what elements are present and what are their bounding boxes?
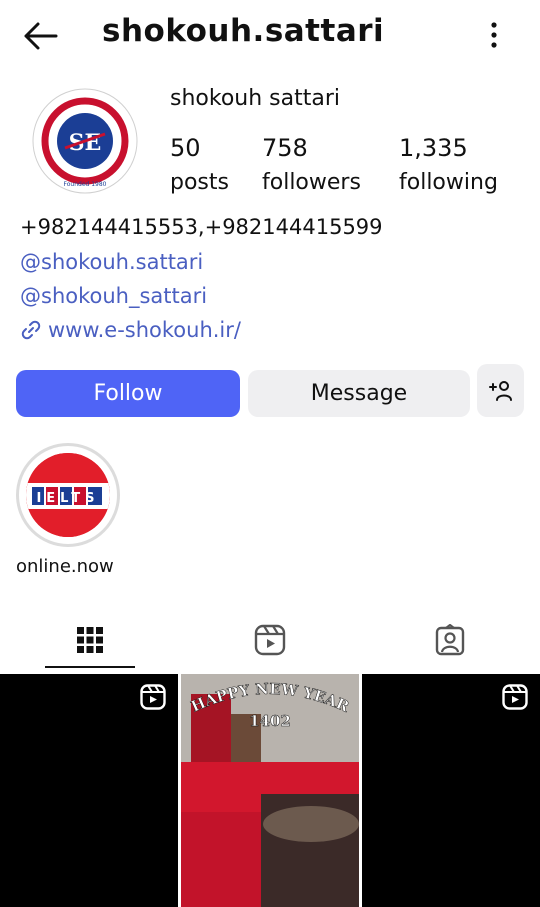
tagged-icon: [435, 624, 465, 656]
new-year-post-image: HAPPY NEW YEAR 1402: [181, 674, 359, 907]
tab-tagged[interactable]: [360, 612, 540, 668]
company-logo: SE Founded 1980: [32, 88, 138, 194]
link-icon: [21, 320, 41, 340]
bio-handle-link[interactable]: @shokouh.sattari: [20, 250, 203, 274]
svg-text:1402: 1402: [249, 712, 291, 730]
profile-avatar[interactable]: SE Founded 1980: [30, 86, 140, 196]
bio-phones: +982144415553,+982144415599: [20, 215, 383, 239]
bio-website-link[interactable]: www.e-shokouh.ir/: [20, 318, 241, 342]
svg-text:SE: SE: [69, 130, 102, 156]
grid-icon: [77, 627, 103, 653]
grid-post[interactable]: [0, 674, 178, 907]
reel-badge-icon: [502, 684, 528, 710]
reel-badge-icon: [140, 684, 166, 710]
highlight-cover: IELTS: [26, 453, 110, 537]
posts-label: posts: [170, 170, 229, 195]
posts-count: 50: [170, 134, 201, 162]
message-button[interactable]: Message: [248, 370, 470, 417]
back-button[interactable]: [22, 20, 58, 52]
tab-posts-grid[interactable]: [0, 612, 180, 668]
reels-icon: [254, 624, 286, 656]
add-user-icon: [488, 380, 512, 401]
active-tab-indicator: [45, 666, 135, 668]
posts-stat[interactable]: 50 posts: [170, 130, 229, 199]
followers-count: 758: [262, 134, 308, 162]
more-vertical-icon: [491, 22, 497, 48]
profile-display-name: shokouh sattari: [170, 86, 340, 111]
followers-label: followers: [262, 170, 361, 195]
followers-stat[interactable]: 758 followers: [262, 130, 361, 199]
story-highlight[interactable]: IELTS: [16, 443, 120, 547]
following-stat[interactable]: 1,335 following: [399, 130, 498, 199]
arrow-left-icon: [24, 22, 58, 50]
top-bar: shokouh.sattari: [0, 0, 540, 70]
follow-button[interactable]: Follow: [16, 370, 240, 417]
highlight-label: online.now: [16, 556, 114, 577]
bio-handle-link[interactable]: @shokouh_sattari: [20, 284, 207, 308]
profile-username: shokouh.sattari: [102, 13, 385, 49]
grid-post[interactable]: [362, 674, 540, 907]
more-options-button[interactable]: [480, 18, 508, 52]
svg-text:Founded 1980: Founded 1980: [64, 181, 107, 188]
ielts-logo-image: IELTS: [26, 453, 110, 537]
website-text: www.e-shokouh.ir/: [48, 318, 241, 342]
svg-text:IELTS: IELTS: [36, 491, 99, 506]
suggest-users-button[interactable]: [477, 364, 524, 417]
grid-post[interactable]: HAPPY NEW YEAR 1402: [181, 674, 359, 907]
following-label: following: [399, 170, 498, 195]
following-count: 1,335: [399, 134, 468, 162]
tab-reels[interactable]: [180, 612, 360, 668]
